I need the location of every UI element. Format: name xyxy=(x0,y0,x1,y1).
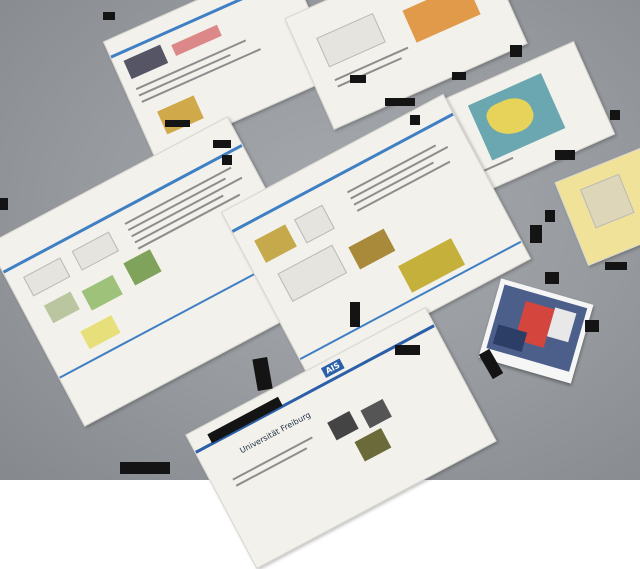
tape-strip xyxy=(252,356,273,392)
tabletop-scene: Universität Freiburg AIS xyxy=(0,0,640,569)
tape-strip xyxy=(165,120,190,127)
tape-strip xyxy=(0,198,8,210)
tape-strip xyxy=(530,225,542,243)
tape-strip xyxy=(585,320,599,332)
tape-strip xyxy=(385,98,415,106)
tape-strip xyxy=(452,72,466,80)
tape-strip xyxy=(510,45,522,57)
tape-strip xyxy=(555,150,575,160)
tape-strip xyxy=(610,110,620,120)
tape-strip xyxy=(605,262,627,270)
tape-strip xyxy=(213,140,231,148)
tape-strip xyxy=(410,115,420,125)
tape-strip xyxy=(103,12,115,20)
tape-strip xyxy=(545,210,555,222)
tape-strip xyxy=(545,272,559,284)
tape-strip xyxy=(222,155,232,165)
tape-strip xyxy=(120,462,170,474)
tape-strip xyxy=(395,345,420,355)
map-image xyxy=(467,73,566,161)
sheet-right-yellow xyxy=(554,148,640,266)
tape-strip xyxy=(350,75,366,83)
tape-strip xyxy=(350,302,360,327)
